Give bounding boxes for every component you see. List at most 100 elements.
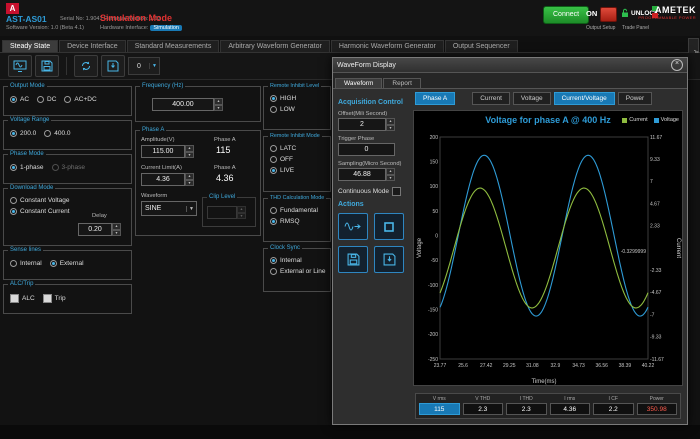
waveform-monitor-button[interactable] <box>8 55 32 77</box>
continuous-mode-checkbox[interactable] <box>392 187 401 196</box>
radio-live[interactable]: LIVE <box>270 167 296 174</box>
radio-off[interactable]: OFF <box>270 156 296 163</box>
output-setup-label: Output Setup <box>586 25 615 31</box>
connect-button[interactable]: Connect <box>543 6 589 24</box>
tab-output-sequencer[interactable]: Output Sequencer <box>445 40 518 52</box>
radio-high[interactable]: HIGH <box>270 95 296 102</box>
radio-ac[interactable]: AC <box>10 96 29 103</box>
trigger-phase-label: Trigger Phase <box>338 136 412 142</box>
radio-constant-current[interactable]: Constant Current <box>10 208 70 215</box>
chart-legend: CurrentVoltage <box>622 117 679 123</box>
spinner-buttons[interactable]: ▲▼ <box>386 118 395 131</box>
delay-input[interactable]: 0.20 ▲▼ <box>78 223 121 236</box>
view-button-voltage[interactable]: Voltage <box>513 92 551 105</box>
radio-internal[interactable]: Internal <box>270 257 326 264</box>
checkbox-alc[interactable]: ALC <box>10 294 35 303</box>
radio-dot <box>270 156 277 163</box>
save-report-button[interactable] <box>374 246 404 273</box>
measure-v-rms: V rms115 <box>419 396 460 416</box>
trigger-phase-input[interactable]: 0 <box>338 143 412 156</box>
delay-value: 0.20 <box>78 223 112 236</box>
toolbar-separator <box>66 57 67 75</box>
radio-200-0[interactable]: 200.0 <box>10 130 36 137</box>
tab-harmonic-waveform-generator[interactable]: Harmonic Waveform Generator <box>331 40 444 52</box>
sampling-input[interactable]: 46.88 ▲▼ <box>338 168 412 181</box>
radio-label: External <box>60 260 84 267</box>
svg-text:-250: -250 <box>428 357 438 363</box>
radio-400-0[interactable]: 400.0 <box>44 130 70 137</box>
spinner-buttons[interactable]: ▲▼ <box>185 145 194 158</box>
checkbox-label: ALC <box>22 295 35 302</box>
view-button-current[interactable]: Current <box>472 92 510 105</box>
clip-level-input: ▲▼ <box>207 206 246 219</box>
radio-dot <box>270 218 277 225</box>
radio-label: Internal <box>280 257 302 264</box>
sense-lines-options: Internal External <box>10 260 84 267</box>
radio-rmsq[interactable]: RMSQ <box>270 218 318 225</box>
offset-input[interactable]: 2 ▲▼ <box>338 118 412 131</box>
sync-button[interactable] <box>74 55 98 77</box>
radio-dc[interactable]: DC <box>37 96 56 103</box>
radio-dot <box>52 164 59 171</box>
group-download-mode: Download Mode Constant VoltageConstant C… <box>3 188 132 246</box>
spinner-buttons[interactable]: ▲▼ <box>112 223 121 236</box>
amplitude-readout: 115 <box>216 145 230 155</box>
window-tab-waveform[interactable]: Waveform <box>335 78 382 88</box>
radio-label: HIGH <box>280 95 296 102</box>
tab-device-interface[interactable]: Device Interface <box>59 40 126 52</box>
radio-internal[interactable]: Internal <box>10 260 42 267</box>
radio-dot <box>270 145 277 152</box>
close-icon[interactable]: × <box>671 59 683 71</box>
tab-steady-state[interactable]: Steady State <box>2 40 58 52</box>
thd-mode-options: Fundamental RMSQ <box>270 207 318 225</box>
spinner-buttons[interactable]: ▲▼ <box>214 98 223 111</box>
radio-external[interactable]: External <box>50 260 84 267</box>
tab-standard-measurements[interactable]: Standard Measurements <box>127 40 220 52</box>
output-on-button[interactable] <box>600 7 617 22</box>
radio-latc[interactable]: LATC <box>270 145 296 152</box>
waveform-select[interactable]: SINE ▼ <box>141 201 197 216</box>
export-button[interactable] <box>101 55 125 77</box>
waveform-label: Waveform <box>141 193 167 199</box>
radio-ac-dc[interactable]: AC+DC <box>64 96 96 103</box>
radio-constant-voltage[interactable]: Constant Voltage <box>10 197 70 204</box>
radio-label: Fundamental <box>280 207 318 214</box>
stop-icon <box>383 221 395 233</box>
toolbar-dropdown[interactable]: 0 ▼ <box>128 57 160 75</box>
frequency-input[interactable]: 400.00 ▲▼ <box>152 98 223 111</box>
spinner-buttons[interactable]: ▲▼ <box>185 173 194 186</box>
save-waveform-button[interactable] <box>338 246 368 273</box>
svg-text:32.9: 32.9 <box>551 363 561 369</box>
radio-label: LATC <box>280 145 296 152</box>
group-title: Remote Inhibit Mode <box>268 132 322 141</box>
amplitude-input[interactable]: 115.00 ▲▼ <box>141 145 194 158</box>
radio-low[interactable]: LOW <box>270 106 296 113</box>
window-title-bar[interactable]: WaveForm Display × <box>333 58 687 73</box>
acquire-waveform-button[interactable] <box>338 213 368 240</box>
stop-button[interactable] <box>374 213 404 240</box>
window-tab-report[interactable]: Report <box>383 78 421 88</box>
radio-label: OFF <box>280 156 293 163</box>
continuous-mode-toggle[interactable]: Continuous Mode <box>338 187 412 196</box>
radio-external-or-line[interactable]: External or Line <box>270 268 326 275</box>
radio-label: Constant Current <box>20 208 70 215</box>
clip-level-value <box>207 206 237 219</box>
group-title: Clock Sync <box>268 244 302 253</box>
view-button-power[interactable]: Power <box>618 92 652 105</box>
view-button-current-voltage[interactable]: Current/Voltage <box>554 92 615 105</box>
radio-label: RMSQ <box>280 218 300 225</box>
measure-value: 2.3 <box>506 403 547 415</box>
view-button-phase-a[interactable]: Phase A <box>415 92 455 105</box>
current-limit-input[interactable]: 4.36 ▲▼ <box>141 173 194 186</box>
radio-dot <box>270 257 277 264</box>
measure-label: V rms <box>419 396 460 403</box>
radio-1-phase[interactable]: 1-phase <box>10 164 44 171</box>
svg-text:150: 150 <box>430 160 439 166</box>
save-setup-button[interactable] <box>35 55 59 77</box>
radio-3-phase[interactable]: 3-phase <box>52 164 86 171</box>
radio-fundamental[interactable]: Fundamental <box>270 207 318 214</box>
measure-i-cf: I CF2.2 <box>593 396 634 416</box>
tab-arbitrary-waveform-generator[interactable]: Arbitrary Waveform Generator <box>220 40 330 52</box>
spinner-buttons[interactable]: ▲▼ <box>386 168 395 181</box>
checkbox-trip[interactable]: Trip <box>43 294 66 303</box>
